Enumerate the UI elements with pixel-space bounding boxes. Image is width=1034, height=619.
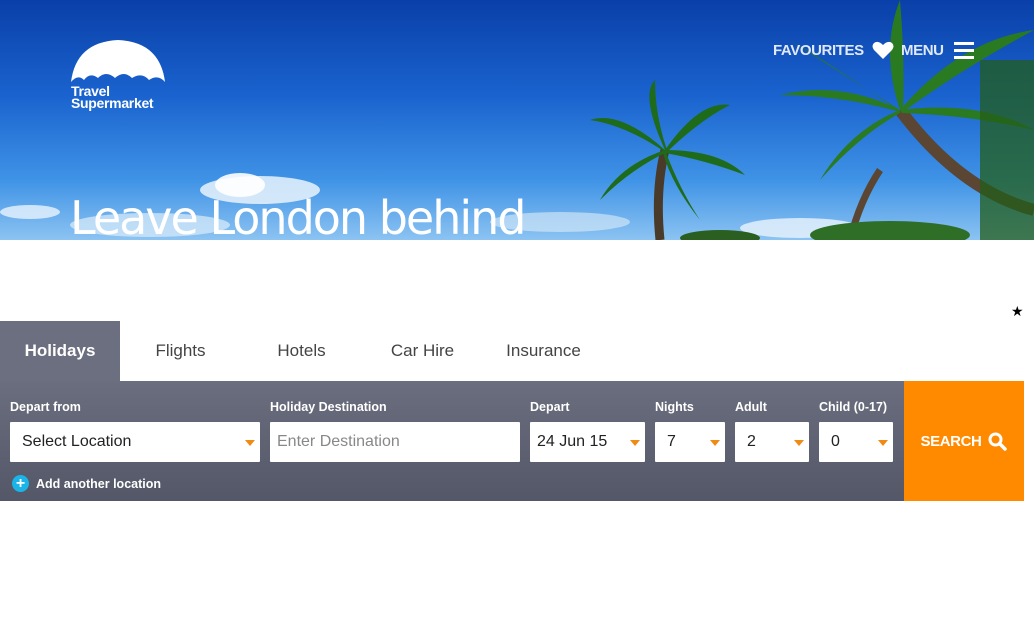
destination-input[interactable] (277, 433, 520, 451)
page: Travel Supermarket FAVOURITES MENU Leave… (0, 0, 1034, 619)
dropdown-caret-icon (878, 440, 888, 446)
plus-circle-icon: + (12, 475, 29, 492)
adult-label: Adult (735, 400, 767, 414)
dropdown-caret-icon (630, 440, 640, 446)
hero-title: Leave London behind (70, 191, 526, 240)
child-value: 0 (831, 433, 840, 450)
destination-label: Holiday Destination (270, 400, 387, 414)
nights-select[interactable]: 7 (655, 422, 725, 462)
tab-insurance[interactable]: Insurance (483, 321, 604, 381)
nights-value: 7 (667, 433, 676, 450)
depart-from-select[interactable]: Select Location (10, 422, 260, 462)
depart-date-select[interactable]: 24 Jun 15 (530, 422, 645, 462)
dropdown-caret-icon (245, 440, 255, 446)
favourites-label: FAVOURITES (773, 41, 864, 59)
depart-from-label: Depart from (10, 400, 81, 414)
child-label: Child (0-17) (819, 400, 888, 414)
favourites-link[interactable]: FAVOURITES (773, 38, 894, 62)
logo-wordmark: Travel Supermarket (71, 84, 154, 111)
search-icon (988, 432, 1008, 451)
adult-value: 2 (747, 433, 756, 450)
logo-line-2: Supermarket (71, 95, 154, 111)
destination-field-wrap (270, 422, 520, 462)
holiday-search-form: Depart from Select Location Holiday Dest… (0, 381, 904, 501)
product-tabs: Holidays Flights Hotels Car Hire Insuran… (0, 321, 604, 381)
add-location-label: Add another location (36, 476, 161, 491)
tab-label: Hotels (277, 341, 326, 360)
tab-label: Car Hire (390, 341, 455, 360)
depart-date-value: 24 Jun 15 (537, 433, 608, 450)
menu-button[interactable]: MENU (901, 38, 974, 62)
search-button[interactable]: SEARCH (904, 381, 1024, 501)
add-location-link[interactable]: + Add another location (12, 475, 161, 492)
star-icon[interactable]: ★ (1011, 303, 1024, 320)
tab-car-hire[interactable]: Car Hire (362, 321, 483, 381)
tab-hotels[interactable]: Hotels (241, 321, 362, 381)
menu-label: MENU (901, 41, 944, 59)
hamburger-icon (953, 41, 974, 59)
depart-date-label: Depart (530, 400, 570, 414)
tab-label: Insurance (506, 341, 581, 360)
tab-label: Flights (155, 341, 206, 360)
dropdown-caret-icon (710, 440, 720, 446)
dropdown-caret-icon (794, 440, 804, 446)
search-button-label: SEARCH (920, 432, 982, 450)
adult-select[interactable]: 2 (735, 422, 809, 462)
heart-icon (872, 41, 894, 59)
tab-flights[interactable]: Flights (120, 321, 241, 381)
hero-banner: Travel Supermarket FAVOURITES MENU Leave… (0, 0, 1034, 240)
nights-label: Nights (655, 400, 694, 414)
depart-from-value: Select Location (22, 433, 132, 450)
tab-label: Holidays (24, 341, 96, 360)
tab-holidays[interactable]: Holidays (0, 321, 120, 381)
child-select[interactable]: 0 (819, 422, 893, 462)
